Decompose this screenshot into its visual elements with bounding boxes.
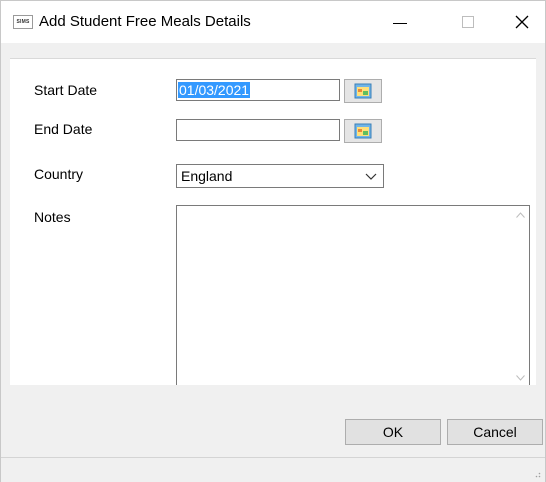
country-value: England <box>181 168 233 184</box>
ok-button[interactable]: OK <box>345 419 441 445</box>
window-title: Add Student Free Meals Details <box>39 13 251 30</box>
sims-app-icon: SIMS <box>13 15 33 29</box>
maximize-button[interactable] <box>445 1 491 43</box>
calendar-icon <box>354 83 372 99</box>
cancel-button[interactable]: Cancel <box>447 419 543 445</box>
close-icon <box>515 15 529 29</box>
title-bar[interactable]: SIMS Add Student Free Meals Details <box>1 1 545 43</box>
country-label: Country <box>34 166 84 182</box>
start-date-label: Start Date <box>34 82 98 98</box>
close-button[interactable] <box>499 1 545 43</box>
end-date-label: End Date <box>34 121 93 137</box>
status-bar <box>1 457 545 482</box>
resize-grip-icon[interactable] <box>533 470 541 478</box>
minimize-button[interactable] <box>377 1 423 43</box>
chevron-down-icon[interactable] <box>365 168 377 184</box>
end-date-calendar-button[interactable] <box>344 119 382 143</box>
calendar-icon <box>354 123 372 139</box>
form-panel: Start Date 01/03/2021 End Date Country E… <box>10 58 536 385</box>
start-date-calendar-button[interactable] <box>344 79 382 103</box>
end-date-input[interactable] <box>176 119 340 141</box>
notes-label: Notes <box>34 209 71 225</box>
country-select[interactable]: England <box>176 164 384 188</box>
scroll-up-icon[interactable] <box>516 212 525 218</box>
minimize-icon <box>393 22 407 24</box>
start-date-input[interactable]: 01/03/2021 <box>176 79 340 101</box>
notes-scrollbar[interactable] <box>512 206 529 385</box>
notes-textarea[interactable] <box>176 205 530 385</box>
scroll-down-icon[interactable] <box>516 375 525 381</box>
dialog-window: SIMS Add Student Free Meals Details Star… <box>0 0 546 482</box>
start-date-value: 01/03/2021 <box>178 82 251 98</box>
maximize-icon <box>462 16 474 28</box>
